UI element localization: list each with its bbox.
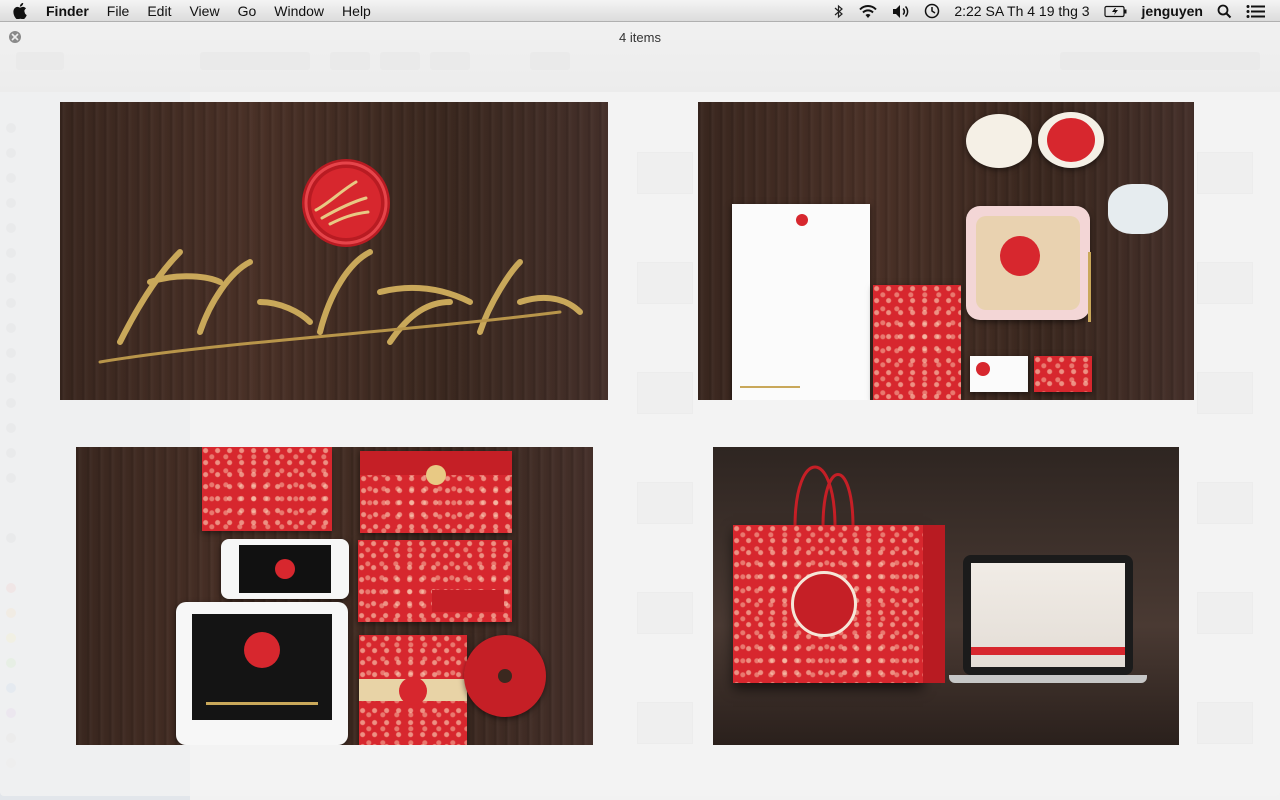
rock-sugar-pile: [1098, 174, 1178, 254]
logo-artwork: [98, 159, 583, 364]
menu-file[interactable]: File: [107, 0, 130, 22]
product-box: [966, 206, 1090, 320]
close-button[interactable]: [9, 31, 21, 43]
menu-bar: Finder File Edit View Go Window Help 2:2…: [0, 0, 1280, 22]
notification-center-icon[interactable]: [1246, 4, 1266, 19]
quicklook-image-devices[interactable]: [76, 447, 593, 745]
time-machine-icon[interactable]: [924, 3, 940, 19]
iphone: [221, 539, 349, 599]
wifi-icon[interactable]: [858, 4, 878, 19]
bluetooth-icon[interactable]: [834, 4, 844, 19]
user-name[interactable]: jenguyen: [1142, 3, 1203, 19]
clock-text[interactable]: 2:22 SA Th 4 19 thg 3: [954, 3, 1089, 19]
spoon: [1088, 252, 1091, 322]
coaster-white: [966, 114, 1032, 168]
laptop-screen: [963, 555, 1133, 675]
laptop-base: [949, 675, 1147, 683]
envelope-top-right: [360, 451, 512, 533]
menu-app-name[interactable]: Finder: [46, 0, 89, 22]
quicklook-image-bag-laptop[interactable]: [713, 447, 1179, 745]
volume-icon[interactable]: [892, 4, 910, 19]
quicklook-window: 4 items: [0, 22, 1280, 796]
cd-disc: [464, 635, 546, 717]
close-icon: [11, 33, 19, 41]
envelope-floral: [873, 285, 961, 400]
quicklook-title: 4 items: [619, 30, 661, 45]
battery-icon[interactable]: [1103, 5, 1128, 18]
ipad: [176, 602, 348, 745]
quicklook-image-stationery[interactable]: [698, 102, 1194, 400]
apple-icon[interactable]: [12, 3, 28, 19]
box-floral: [359, 635, 467, 745]
menu-go[interactable]: Go: [238, 0, 257, 22]
shopping-bag: [733, 525, 923, 683]
menu-view[interactable]: View: [189, 0, 219, 22]
business-card-white: [970, 356, 1028, 392]
menu-edit[interactable]: Edit: [147, 0, 171, 22]
spotlight-icon[interactable]: [1217, 4, 1232, 19]
menu-help[interactable]: Help: [342, 0, 371, 22]
shopping-bag-side: [923, 525, 945, 683]
folder-floral: [358, 540, 512, 622]
letterhead: [732, 204, 870, 400]
quicklook-image-logo[interactable]: [60, 102, 608, 400]
business-card-floral: [1034, 356, 1092, 392]
coaster-red: [1038, 112, 1104, 168]
envelope-top-left: [202, 447, 332, 531]
menu-window[interactable]: Window: [274, 0, 324, 22]
